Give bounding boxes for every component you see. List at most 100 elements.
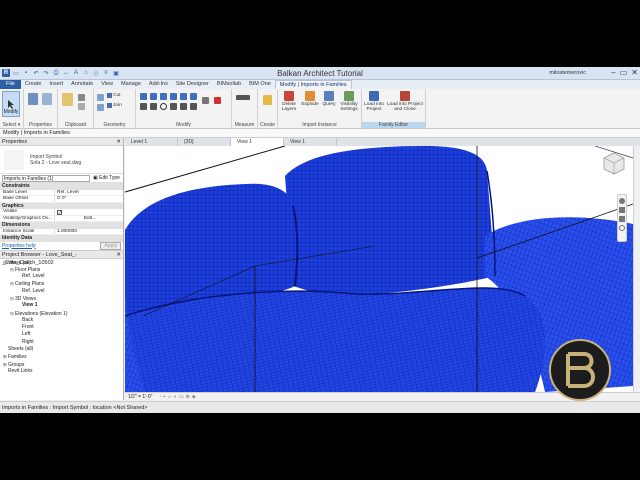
join-button[interactable]: Join (107, 103, 122, 108)
edit-type-label: Edit Type (99, 175, 120, 181)
load-into-project-close-button[interactable]: Load into Project and Close (386, 91, 424, 112)
cut-icon[interactable] (78, 94, 85, 101)
array-icon[interactable] (180, 103, 187, 110)
type-selector[interactable]: Import Symbol Sofa 2 - Love seat.dwg (0, 146, 123, 174)
measure-panel-label: Measure (234, 122, 255, 128)
measure-tool-icon[interactable] (236, 95, 250, 100)
browser-item[interactable]: ⊟Elevations (Elevation 1) (0, 310, 123, 317)
view-scale[interactable]: 1/2" = 1'-0" (128, 394, 152, 400)
user-account[interactable]: milostemerovic (549, 70, 586, 76)
paste-icon[interactable] (62, 93, 73, 106)
close-browser-icon[interactable]: ✕ (116, 251, 121, 259)
clipboard-panel-label: Clipboard (64, 122, 87, 128)
properties-icon[interactable] (28, 93, 38, 105)
split-icon[interactable] (180, 93, 187, 100)
browser-item[interactable]: ⊟Floor Plans (0, 266, 123, 273)
property-value[interactable]: 1.000000 (55, 229, 123, 235)
property-value[interactable]: ✓ (55, 209, 123, 215)
ribbon-tab-bimsollab[interactable]: BIMsollab (213, 80, 245, 89)
instance-filter-select[interactable]: Imports in Families (1) (2, 174, 90, 182)
browser-item[interactable]: Revit Links (0, 368, 123, 375)
ribbon-tab-create[interactable]: Create (21, 80, 46, 89)
apply-button[interactable]: Apply (100, 241, 121, 250)
properties-help-link[interactable]: Properties help (2, 243, 36, 249)
vertical-scrollbar[interactable] (633, 146, 640, 392)
trim-icon[interactable] (170, 103, 177, 110)
ribbon-tab-site-designer[interactable]: Site Designer (172, 80, 213, 89)
ribbon-tab-insert[interactable]: Insert (45, 80, 67, 89)
browser-item[interactable]: Front (0, 324, 123, 331)
steering-wheel-icon[interactable] (619, 198, 625, 204)
browser-item[interactable]: Ref. Level (0, 273, 123, 280)
load-into-project-button[interactable]: Load into Project (364, 91, 384, 112)
ribbon-tab-view[interactable]: View (97, 80, 117, 89)
pin-icon[interactable] (202, 97, 209, 104)
mirror-draw-icon[interactable] (170, 93, 177, 100)
view-tab[interactable]: View 1 (231, 138, 284, 146)
edit-type-button[interactable]: ▣ Edit Type (93, 175, 120, 181)
close-properties-icon[interactable]: ✕ (116, 138, 121, 146)
ribbon-tab-bim-one[interactable]: BIM One (245, 80, 275, 89)
browser-item[interactable]: Back (0, 317, 123, 324)
scale-icon[interactable] (190, 103, 197, 110)
view-tab[interactable]: View 1 (284, 138, 337, 146)
modify-button[interactable]: Modify (2, 91, 20, 117)
cut-geometry-icon[interactable] (97, 104, 104, 111)
ribbon-tab-manage[interactable]: Manage (117, 80, 145, 89)
property-value[interactable]: Edit... (55, 216, 123, 222)
ribbon: Modify Select ▾ Properties Clipboard Cut… (0, 89, 640, 129)
maximize-icon[interactable]: ▭ (620, 68, 628, 77)
rotate-icon[interactable] (160, 103, 167, 110)
orbit-icon[interactable] (619, 225, 625, 231)
visibility-settings-button[interactable]: Visibility Settings (338, 91, 360, 112)
align-icon[interactable] (140, 93, 147, 100)
zoom-icon[interactable] (619, 216, 625, 222)
browser-item[interactable]: ⊞Families (0, 353, 123, 360)
property-value[interactable]: 0' 0" (55, 196, 123, 202)
split-gap-icon[interactable] (190, 93, 197, 100)
minimize-icon[interactable]: – (611, 68, 615, 77)
delete-icon[interactable] (214, 97, 221, 104)
copy-icon[interactable] (78, 103, 85, 110)
ribbon-tab-file[interactable]: File (0, 80, 21, 89)
browser-item[interactable]: Left (0, 331, 123, 338)
browser-item[interactable]: ⊟Ceiling Plans (0, 280, 123, 287)
browser-item-label: 3D Views (15, 295, 37, 302)
cut-button[interactable]: Cut (107, 93, 120, 98)
view-tab-label: View 1 (237, 139, 252, 145)
move-icon[interactable] (140, 103, 147, 110)
browser-item[interactable]: ⊟Views (all) (0, 259, 123, 266)
view-control-icons[interactable]: ▫▪☼◐▭⊕◈ (160, 394, 198, 400)
type-properties-icon[interactable] (42, 93, 52, 105)
browser-item[interactable]: View 1 (0, 302, 123, 309)
ribbon-tab-modify-imports-in-families[interactable]: Modify | Imports in Families (274, 80, 352, 89)
cope-icon[interactable] (97, 94, 104, 101)
ribbon-tab-add-ins[interactable]: Add-Ins (145, 80, 172, 89)
browser-item[interactable]: Sheets (all) (0, 346, 123, 353)
close-icon[interactable]: ✕ (631, 68, 638, 77)
copy-element-icon[interactable] (150, 103, 157, 110)
query-button[interactable]: Query (322, 91, 336, 107)
mirror-axis-icon[interactable] (160, 93, 167, 100)
explode-button[interactable]: Explode (300, 91, 320, 107)
join-button-icon (107, 103, 112, 108)
viewcube-icon[interactable] (601, 150, 627, 176)
view-tab[interactable]: Level 1 (125, 138, 178, 146)
query-icon (324, 91, 334, 101)
ribbon-tab-annotate[interactable]: Annotate (67, 80, 97, 89)
browser-item[interactable]: ⊟3D Views (0, 295, 123, 302)
select-panel-label[interactable]: Select ▾ (0, 122, 23, 128)
delete-layers-button[interactable]: Delete Layers (280, 91, 298, 112)
cut-button-icon (107, 93, 112, 98)
pan-icon[interactable] (619, 207, 625, 213)
browser-item[interactable]: ⊞Groups (0, 361, 123, 368)
visible-checkbox[interactable]: ✓ (57, 209, 62, 215)
browser-item[interactable]: Ref. Level (0, 288, 123, 295)
property-value[interactable]: Ref. Level (55, 190, 123, 196)
offset-icon[interactable] (150, 93, 157, 100)
view-tab[interactable]: {3D} (178, 138, 231, 146)
browser-item[interactable]: Right (0, 339, 123, 346)
visibility-settings-icon (344, 91, 354, 101)
status-bar: Imports in Families : Import Symbol : lo… (0, 401, 640, 413)
create-group-icon[interactable] (263, 95, 272, 105)
